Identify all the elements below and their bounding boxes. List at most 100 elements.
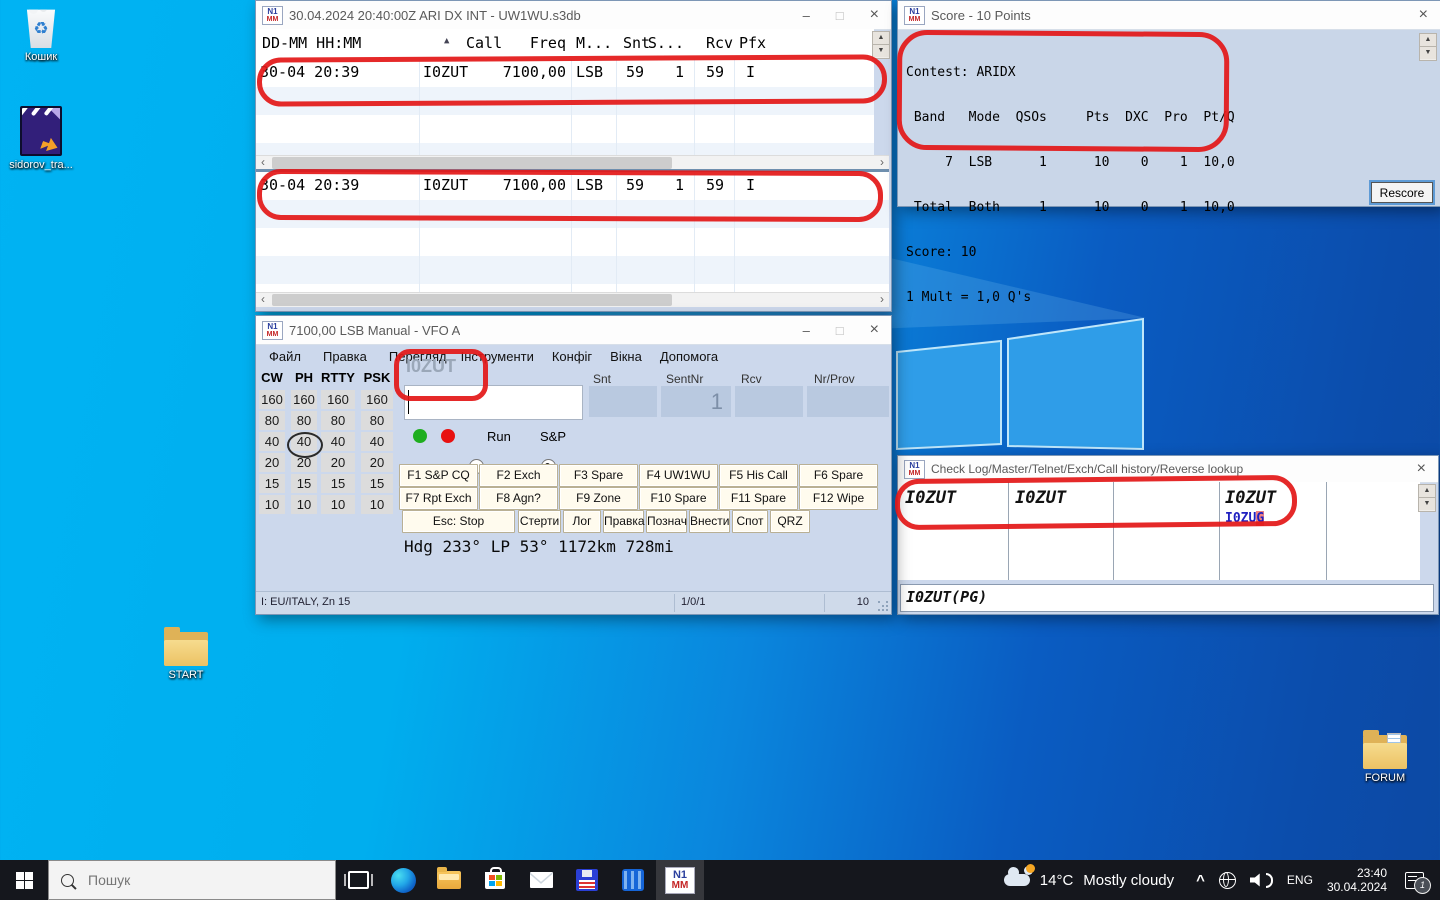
log-row[interactable]: 30-04 20:39 I0ZUT 7100,00 LSB 59 1 59 I xyxy=(256,172,889,200)
resize-grip[interactable] xyxy=(878,601,889,612)
fkey-f9[interactable]: F9 Zone xyxy=(559,487,638,510)
fkey-f2[interactable]: F2 Exch xyxy=(479,464,558,487)
band-button[interactable]: 160 xyxy=(361,390,393,409)
qrz-button[interactable]: QRZ xyxy=(770,510,810,533)
fkey-f10[interactable]: F10 Spare xyxy=(639,487,718,510)
menu-config[interactable]: Конфіг xyxy=(552,349,592,364)
fkey-f11[interactable]: F11 Spare xyxy=(719,487,798,510)
check-log-call[interactable]: I0ZUT xyxy=(905,488,956,508)
close-icon[interactable]: × xyxy=(870,322,879,338)
log-row[interactable]: 30-04 20:39 I0ZUT 7100,00 LSB 59 1 59 I xyxy=(256,59,874,87)
menu-tools[interactable]: Інструменти xyxy=(461,349,534,364)
band-button[interactable]: 15 xyxy=(321,474,355,493)
col-header-rcv[interactable]: Rcv xyxy=(706,34,733,52)
edit-button[interactable]: Правка xyxy=(603,510,644,533)
taskbar-search[interactable] xyxy=(48,860,336,900)
desktop-icon-forum-folder[interactable]: FORUM xyxy=(1350,735,1420,784)
fkey-f1[interactable]: F1 S&P CQ xyxy=(399,464,478,487)
score-window-titlebar[interactable]: N1MM Score - 10 Points × xyxy=(898,1,1440,30)
scroll-left-icon[interactable]: ‹ xyxy=(256,156,270,170)
spot-button[interactable]: Спот xyxy=(732,510,768,533)
menu-edit[interactable]: Правка xyxy=(323,349,367,364)
mail-button[interactable] xyxy=(518,860,564,900)
check-master-call[interactable]: I0ZUT xyxy=(1015,488,1066,508)
col-header-nr[interactable]: S... xyxy=(639,34,684,52)
fkey-f4[interactable]: F4 UW1WU xyxy=(639,464,718,487)
maximize-icon[interactable]: □ xyxy=(836,9,844,22)
col-header-datetime[interactable]: DD-MM HH:MM xyxy=(262,34,361,52)
clock[interactable]: 23:40 30.04.2024 xyxy=(1327,866,1387,894)
log-pane-bottom[interactable]: 30-04 20:39 I0ZUT 7100,00 LSB 59 1 59 I xyxy=(256,172,889,292)
band-button[interactable]: 10 xyxy=(361,495,393,514)
store-button[interactable] xyxy=(472,860,518,900)
scroll-thumb[interactable] xyxy=(272,294,672,306)
fkey-f5[interactable]: F5 His Call xyxy=(719,464,798,487)
fkey-f6[interactable]: F6 Spare xyxy=(799,464,878,487)
band-button[interactable]: 15 xyxy=(291,474,317,493)
logger-app-button[interactable] xyxy=(564,860,610,900)
log-grid-header[interactable]: DD-MM HH:MM ▲ Call Freq M... Snt S... Rc… xyxy=(256,29,874,60)
log-vertical-scrollbar[interactable]: ▲ ▼ xyxy=(872,31,890,59)
fkey-f7[interactable]: F7 Rpt Exch xyxy=(399,487,478,510)
language-indicator[interactable]: ENG xyxy=(1287,873,1313,887)
band-button[interactable]: 40 xyxy=(321,432,355,451)
scroll-down-icon[interactable]: ▼ xyxy=(873,45,889,57)
band-button[interactable]: 160 xyxy=(259,390,285,409)
scroll-thumb[interactable] xyxy=(272,157,672,169)
band-button[interactable]: 80 xyxy=(291,411,317,430)
task-view-button[interactable] xyxy=(336,860,380,900)
check-suggestion[interactable]: I0ZUG xyxy=(1225,511,1264,526)
notification-button[interactable]: 1 xyxy=(1405,872,1424,889)
band-button[interactable]: 80 xyxy=(259,411,285,430)
band-button[interactable]: 80 xyxy=(361,411,393,430)
wipe-button[interactable]: Стерти xyxy=(518,510,561,533)
start-button[interactable] xyxy=(0,860,48,900)
fkey-f3[interactable]: F3 Spare xyxy=(559,464,638,487)
volume-icon[interactable] xyxy=(1250,873,1273,888)
log-button[interactable]: Лог xyxy=(563,510,601,533)
band-button[interactable]: 160 xyxy=(291,390,317,409)
fkey-f12[interactable]: F12 Wipe xyxy=(799,487,878,510)
edge-button[interactable] xyxy=(380,860,426,900)
menu-windows[interactable]: Вікна xyxy=(610,349,642,364)
band-button[interactable]: 10 xyxy=(291,495,317,514)
scroll-right-icon[interactable]: › xyxy=(875,293,889,307)
col-header-freq[interactable]: Freq xyxy=(506,34,566,52)
esc-stop-button[interactable]: Esc: Stop xyxy=(402,510,515,533)
mark-button[interactable]: Познач xyxy=(646,510,687,533)
scroll-up-icon[interactable]: ▲ xyxy=(873,32,889,45)
nrprov-field[interactable] xyxy=(807,386,889,417)
scroll-down-icon[interactable]: ▼ xyxy=(1419,498,1435,510)
snt-field[interactable] xyxy=(589,386,657,417)
store-button[interactable]: Внести xyxy=(689,510,730,533)
minimize-icon[interactable]: – xyxy=(803,324,810,337)
band-button[interactable]: 10 xyxy=(259,495,285,514)
desktop-icon-sidorov-file[interactable]: sidorov_tra... xyxy=(6,106,76,171)
band-button[interactable]: 160 xyxy=(321,390,355,409)
menu-file[interactable]: Файл xyxy=(269,349,301,364)
minimize-icon[interactable]: – xyxy=(803,9,810,22)
check-window-titlebar[interactable]: N1MM Check Log/Master/Telnet/Exch/Call h… xyxy=(898,456,1438,483)
score-vertical-scrollbar[interactable]: ▲ ▼ xyxy=(1419,33,1437,61)
band-button[interactable]: 40 xyxy=(259,432,285,451)
band-button[interactable]: 10 xyxy=(321,495,355,514)
scroll-left-icon[interactable]: ‹ xyxy=(256,293,270,307)
weather-widget[interactable]: 14°C Mostly cloudy xyxy=(1004,872,1174,889)
file-explorer-button[interactable] xyxy=(426,860,472,900)
entry-window-titlebar[interactable]: N1MM 7100,00 LSB Manual - VFO A – □ × xyxy=(256,316,891,345)
band-button[interactable]: 15 xyxy=(259,474,285,493)
search-input[interactable] xyxy=(86,871,290,889)
scroll-up-icon[interactable]: ▲ xyxy=(1420,34,1436,47)
callsign-input[interactable] xyxy=(404,385,583,420)
maximize-icon[interactable]: □ xyxy=(836,324,844,337)
check-history-call[interactable]: I0ZUT xyxy=(1225,488,1276,508)
scroll-down-icon[interactable]: ▼ xyxy=(1420,47,1436,59)
rcv-field[interactable] xyxy=(735,386,803,417)
tray-chevron-icon[interactable]: ^ xyxy=(1196,872,1205,889)
log-hscrollbar-bottom[interactable]: ‹ › xyxy=(256,292,889,307)
band-button[interactable]: 40 xyxy=(361,432,393,451)
check-grid[interactable]: I0ZUT I0ZUT I0ZUT I0ZUG xyxy=(898,482,1420,580)
log-window-titlebar[interactable]: N1MM 30.04.2024 20:40:00Z ARI DX INT - U… xyxy=(256,1,891,30)
band-button[interactable]: 15 xyxy=(361,474,393,493)
desktop-icon-start-folder[interactable]: START xyxy=(151,632,221,681)
